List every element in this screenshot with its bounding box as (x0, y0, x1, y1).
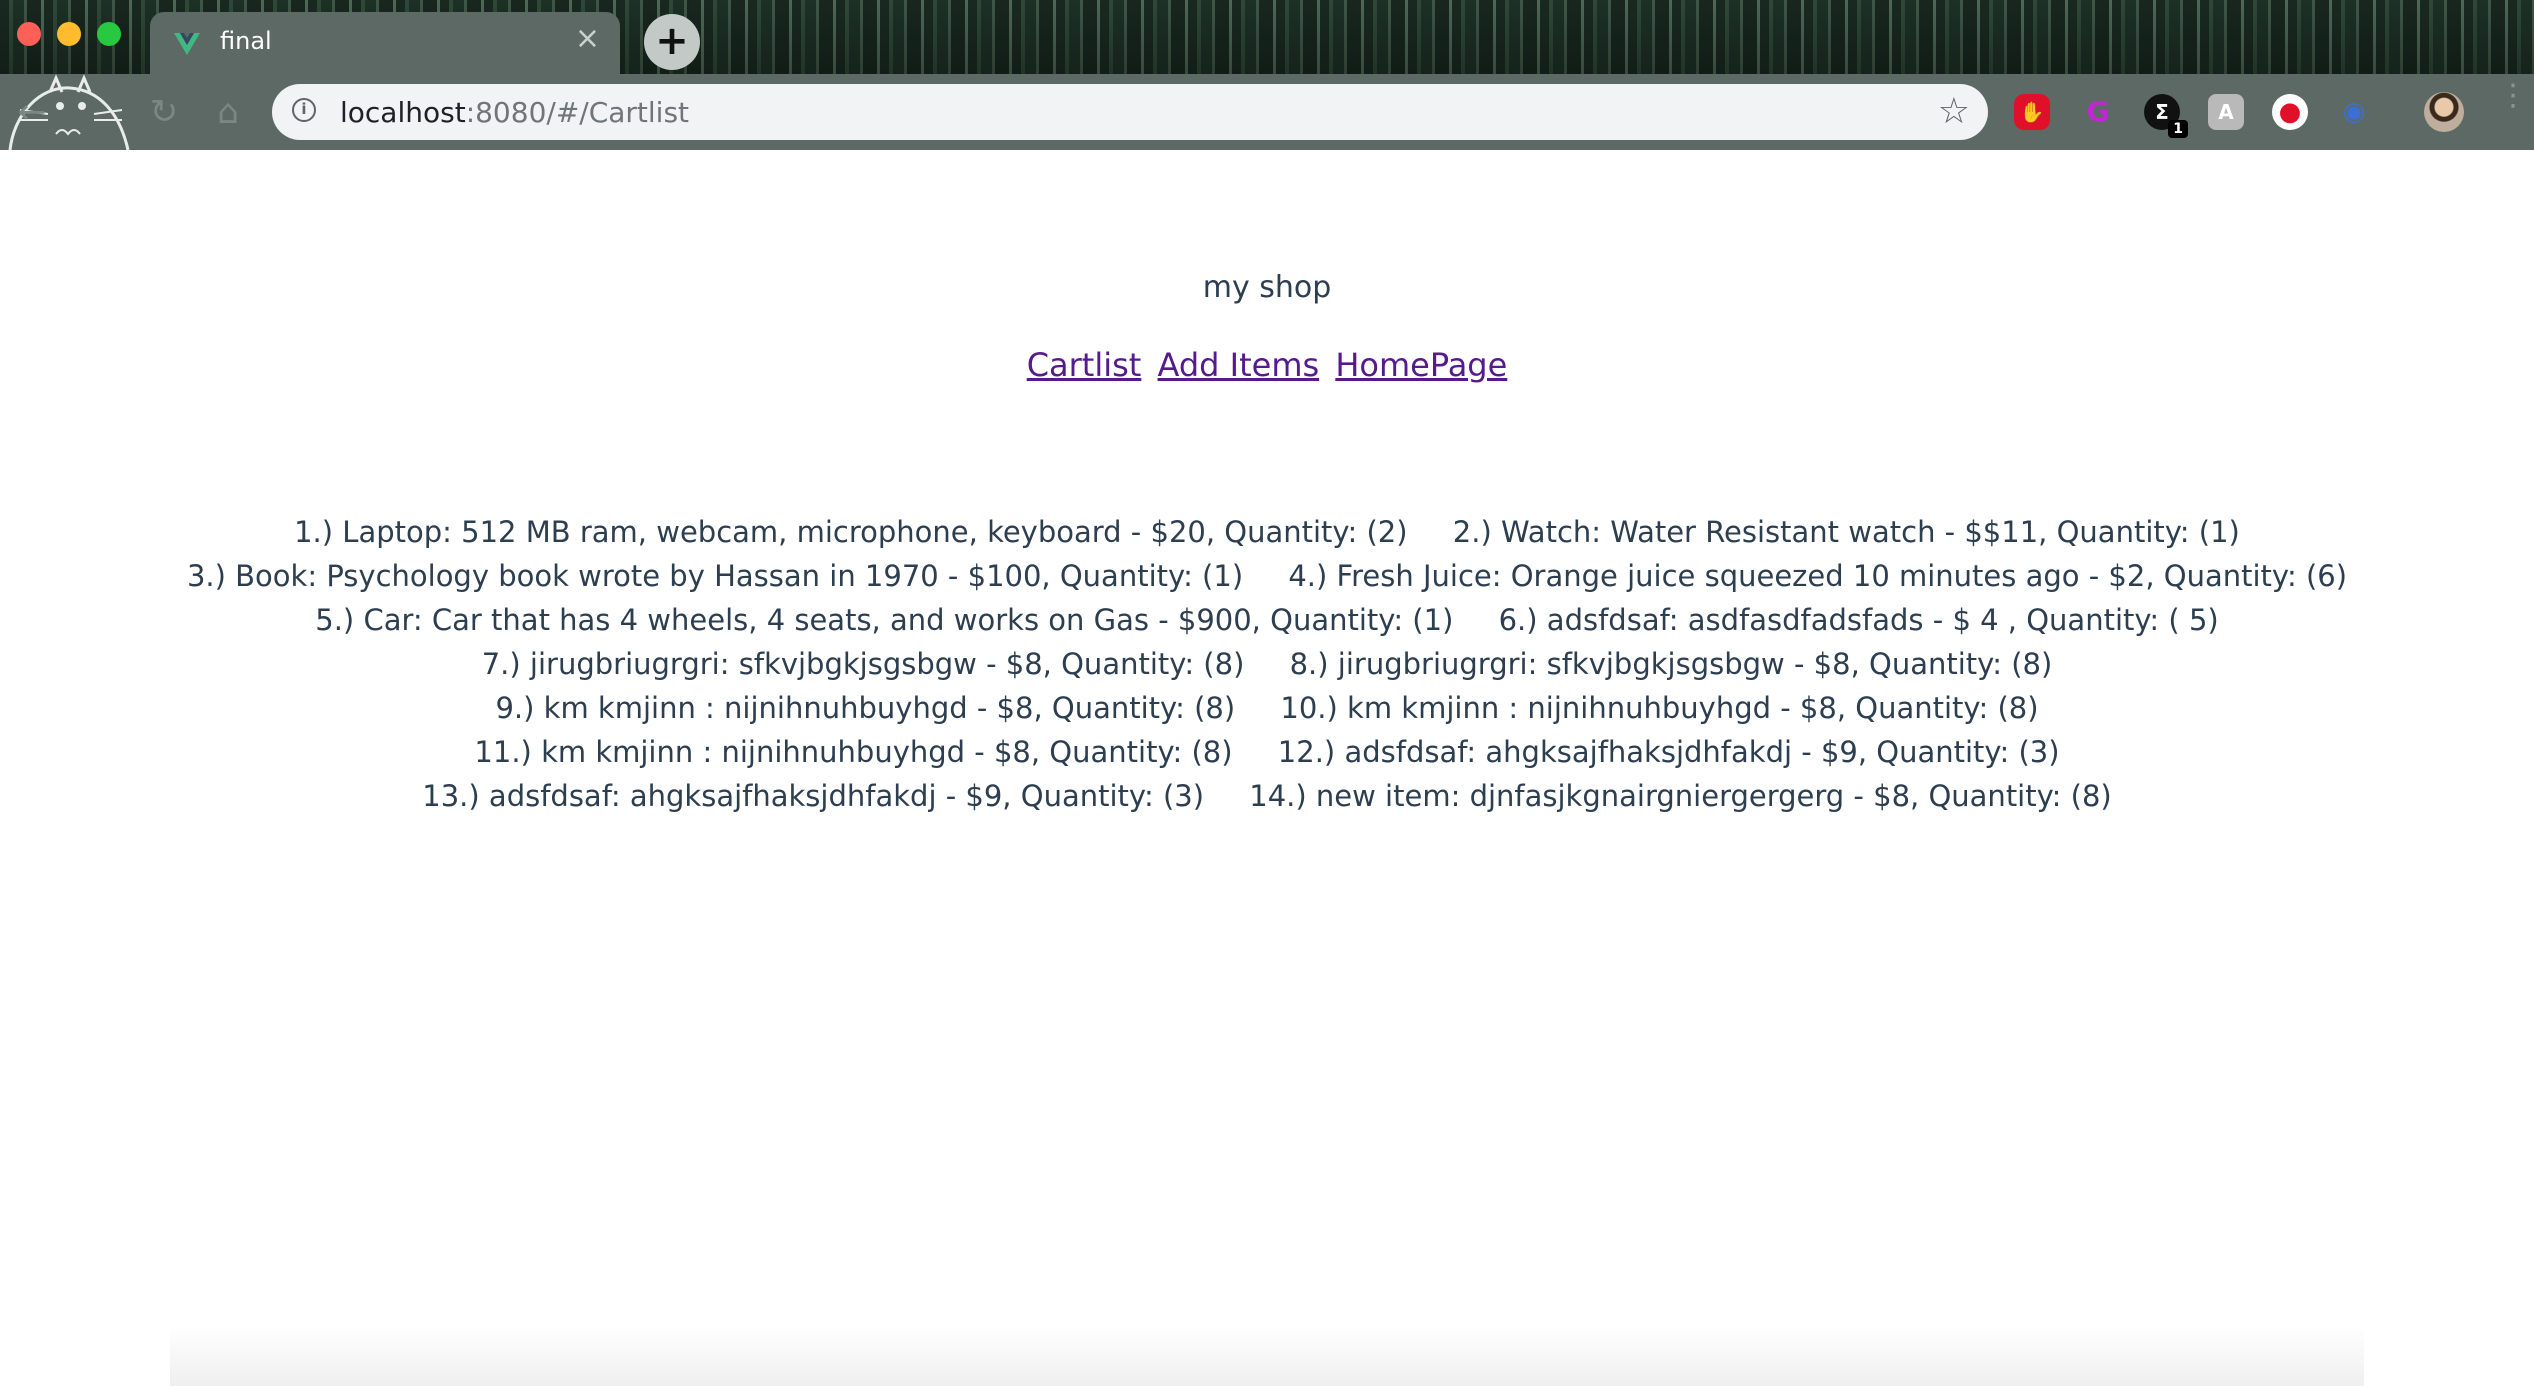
cart-list: 1.) Laptop: 512 MB ram, webcam, micropho… (80, 510, 2454, 818)
list-item: 12.) adsfdsaf: ahgksajfhaksjdhfakdj - $9… (1277, 735, 2060, 769)
bookmark-star-icon[interactable]: ☆ (1938, 92, 1970, 132)
new-tab-button[interactable]: + (644, 14, 700, 70)
list-item: 13.) adsfdsaf: ahgksajfhaksjdhfakdj - $9… (422, 779, 1205, 813)
tab-title: final (220, 27, 272, 55)
list-item: 5.) Car: Car that has 4 wheels, 4 seats,… (315, 603, 1454, 637)
list-item: 9.) km kmjinn : nijnihnuhbuyhgd - $8, Qu… (495, 691, 1236, 725)
record-extension-icon[interactable]: ● (2272, 94, 2308, 130)
list-item: 11.) km kmjinn : nijnihnuhbuyhgd - $8, Q… (474, 735, 1233, 769)
browser-toolbar: ← ↻ ⌂ i localhost:8080/#/Cartlist ☆ ✋ G … (0, 74, 2534, 150)
vue-logo-icon (174, 33, 200, 55)
grammar-extension-icon[interactable]: G (2080, 94, 2116, 130)
nav-links: Cartlist Add Items HomePage (0, 346, 2534, 384)
sigma-extension-icon[interactable]: Σ1 (2144, 94, 2188, 138)
list-item: 10.) km kmjinn : nijnihnuhbuyhgd - $8, Q… (1280, 691, 2039, 725)
keep-extension-icon[interactable]: A (2208, 94, 2244, 130)
url-text[interactable]: localhost:8080/#/Cartlist (340, 96, 689, 129)
url-host: localhost (340, 96, 466, 129)
page-title: my shop (1202, 270, 1332, 305)
nav-link-homepage[interactable]: HomePage (1335, 346, 1507, 384)
list-item: 7.) jirugbriugrgri: sfkvjbgkjsgsbgw - $8… (481, 647, 1245, 681)
bottom-shadow (170, 1326, 2364, 1386)
site-info-icon[interactable]: i (292, 98, 316, 122)
list-item: 4.) Fresh Juice: Orange juice squeezed 1… (1288, 559, 2348, 593)
maximize-window-button[interactable] (97, 22, 121, 46)
profile-avatar[interactable] (2424, 92, 2464, 132)
list-item: 2.) Watch: Water Resistant watch - $$11,… (1452, 515, 2240, 549)
browser-chrome: final × + ← ↻ ⌂ i localhost:8080/#/Cartl… (0, 0, 2534, 150)
list-item: 1.) Laptop: 512 MB ram, webcam, micropho… (294, 515, 1408, 549)
browser-tab[interactable]: final × (150, 12, 620, 74)
close-window-button[interactable] (17, 22, 41, 46)
home-icon[interactable]: ⌂ (206, 90, 250, 134)
list-item: 3.) Book: Psychology book wrote by Hassa… (186, 559, 1244, 593)
nav-link-cartlist[interactable]: Cartlist (1027, 346, 1142, 384)
url-path: :8080/#/Cartlist (465, 96, 690, 129)
list-item: 14.) new item: djnfasjkgnairgniergergerg… (1249, 779, 2112, 813)
tab-close-icon[interactable]: × (575, 24, 600, 54)
reload-icon[interactable]: ↻ (142, 90, 186, 134)
nav-link-add-items[interactable]: Add Items (1158, 346, 1320, 384)
page-content: my shop Cartlist Add Items HomePage 1.) … (0, 150, 2534, 1386)
browser-menu-icon[interactable]: ⋮ (2498, 81, 2528, 111)
address-bar[interactable]: i localhost:8080/#/Cartlist ☆ (272, 84, 1988, 140)
extension-badge: 1 (2168, 120, 2188, 138)
list-item: 6.) adsfdsaf: asdfasdfadsfads - $ 4 , Qu… (1498, 603, 2219, 637)
adblock-extension-icon[interactable]: ✋ (2014, 94, 2050, 130)
eyes-extension-icon[interactable]: ◉ (2336, 94, 2372, 130)
back-icon[interactable]: ← (10, 90, 54, 134)
minimize-window-button[interactable] (57, 22, 81, 46)
list-item: 8.) jirugbriugrgri: sfkvjbgkjsgsbgw - $8… (1289, 647, 2053, 681)
